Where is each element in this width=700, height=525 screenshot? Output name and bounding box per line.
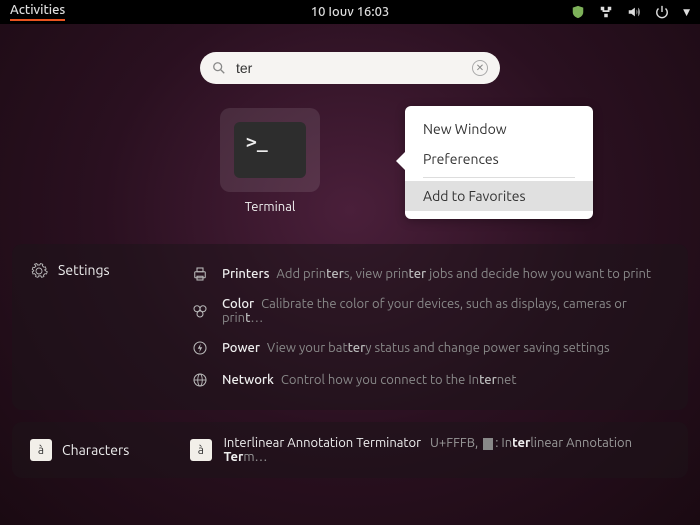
settings-results-panel: Settings Printers Add printers, view pri… <box>12 244 688 410</box>
search-input[interactable] <box>236 60 462 76</box>
context-menu-separator <box>423 177 575 178</box>
character-description: Interlinear Annotation Terminator U+FFFB… <box>224 436 670 464</box>
search-box[interactable]: ✕ <box>200 52 500 84</box>
context-menu-new-window[interactable]: New Window <box>405 114 593 144</box>
volume-icon <box>627 5 641 19</box>
gear-icon <box>30 262 48 284</box>
chevron-down-icon: ▼ <box>683 7 690 18</box>
app-result-terminal[interactable]: >_ Terminal <box>220 108 320 214</box>
settings-row-printers[interactable]: Printers Add printers, view printer jobs… <box>190 258 670 290</box>
characters-app-icon: à <box>30 439 52 461</box>
row-title: Power <box>222 341 260 355</box>
characters-row[interactable]: à Interlinear Annotation Terminator U+FF… <box>190 436 670 464</box>
row-title: Printers <box>222 267 269 281</box>
app-label: Terminal <box>245 200 296 214</box>
row-title: Network <box>222 373 274 387</box>
app-icon-highlight: >_ <box>220 108 320 192</box>
color-icon <box>190 302 210 320</box>
system-tray[interactable]: ▼ <box>571 5 690 19</box>
clear-search-button[interactable]: ✕ <box>472 60 488 76</box>
characters-results-panel: à Characters à Interlinear Annotation Te… <box>12 422 688 478</box>
settings-header: Settings <box>58 262 110 278</box>
network-icon <box>599 5 613 19</box>
context-menu-preferences[interactable]: Preferences <box>405 144 593 174</box>
search-icon <box>212 61 226 75</box>
printer-icon <box>190 265 210 283</box>
row-desc: Calibrate the color of your devices, suc… <box>222 297 627 325</box>
settings-rows: Printers Add printers, view printer jobs… <box>190 258 670 396</box>
activities-button[interactable]: Activities <box>10 3 65 21</box>
settings-row-network[interactable]: Network Control how you connect to the I… <box>190 364 670 396</box>
terminal-icon: >_ <box>234 122 306 178</box>
shield-icon <box>571 5 585 19</box>
settings-row-power[interactable]: Power View your battery status and chang… <box>190 332 670 364</box>
context-menu-add-favorites[interactable]: Add to Favorites <box>405 181 593 211</box>
settings-row-color[interactable]: Color Calibrate the color of your device… <box>190 290 670 332</box>
globe-icon <box>190 371 210 389</box>
power-row-icon <box>190 339 210 357</box>
row-desc: View your battery status and change powe… <box>264 341 610 355</box>
characters-header: Characters <box>62 442 129 458</box>
row-desc: Control how you connect to the Internet <box>278 373 517 387</box>
character-glyph-icon: à <box>190 439 212 461</box>
row-desc: Add printers, view printer jobs and deci… <box>273 267 651 281</box>
top-bar: Activities 10 Ιουν 16:03 ▼ <box>0 0 700 24</box>
clock[interactable]: 10 Ιουν 16:03 <box>311 5 390 19</box>
power-icon <box>655 5 669 19</box>
context-menu: New Window Preferences Add to Favorites <box>405 106 593 219</box>
row-title: Color <box>222 297 254 311</box>
